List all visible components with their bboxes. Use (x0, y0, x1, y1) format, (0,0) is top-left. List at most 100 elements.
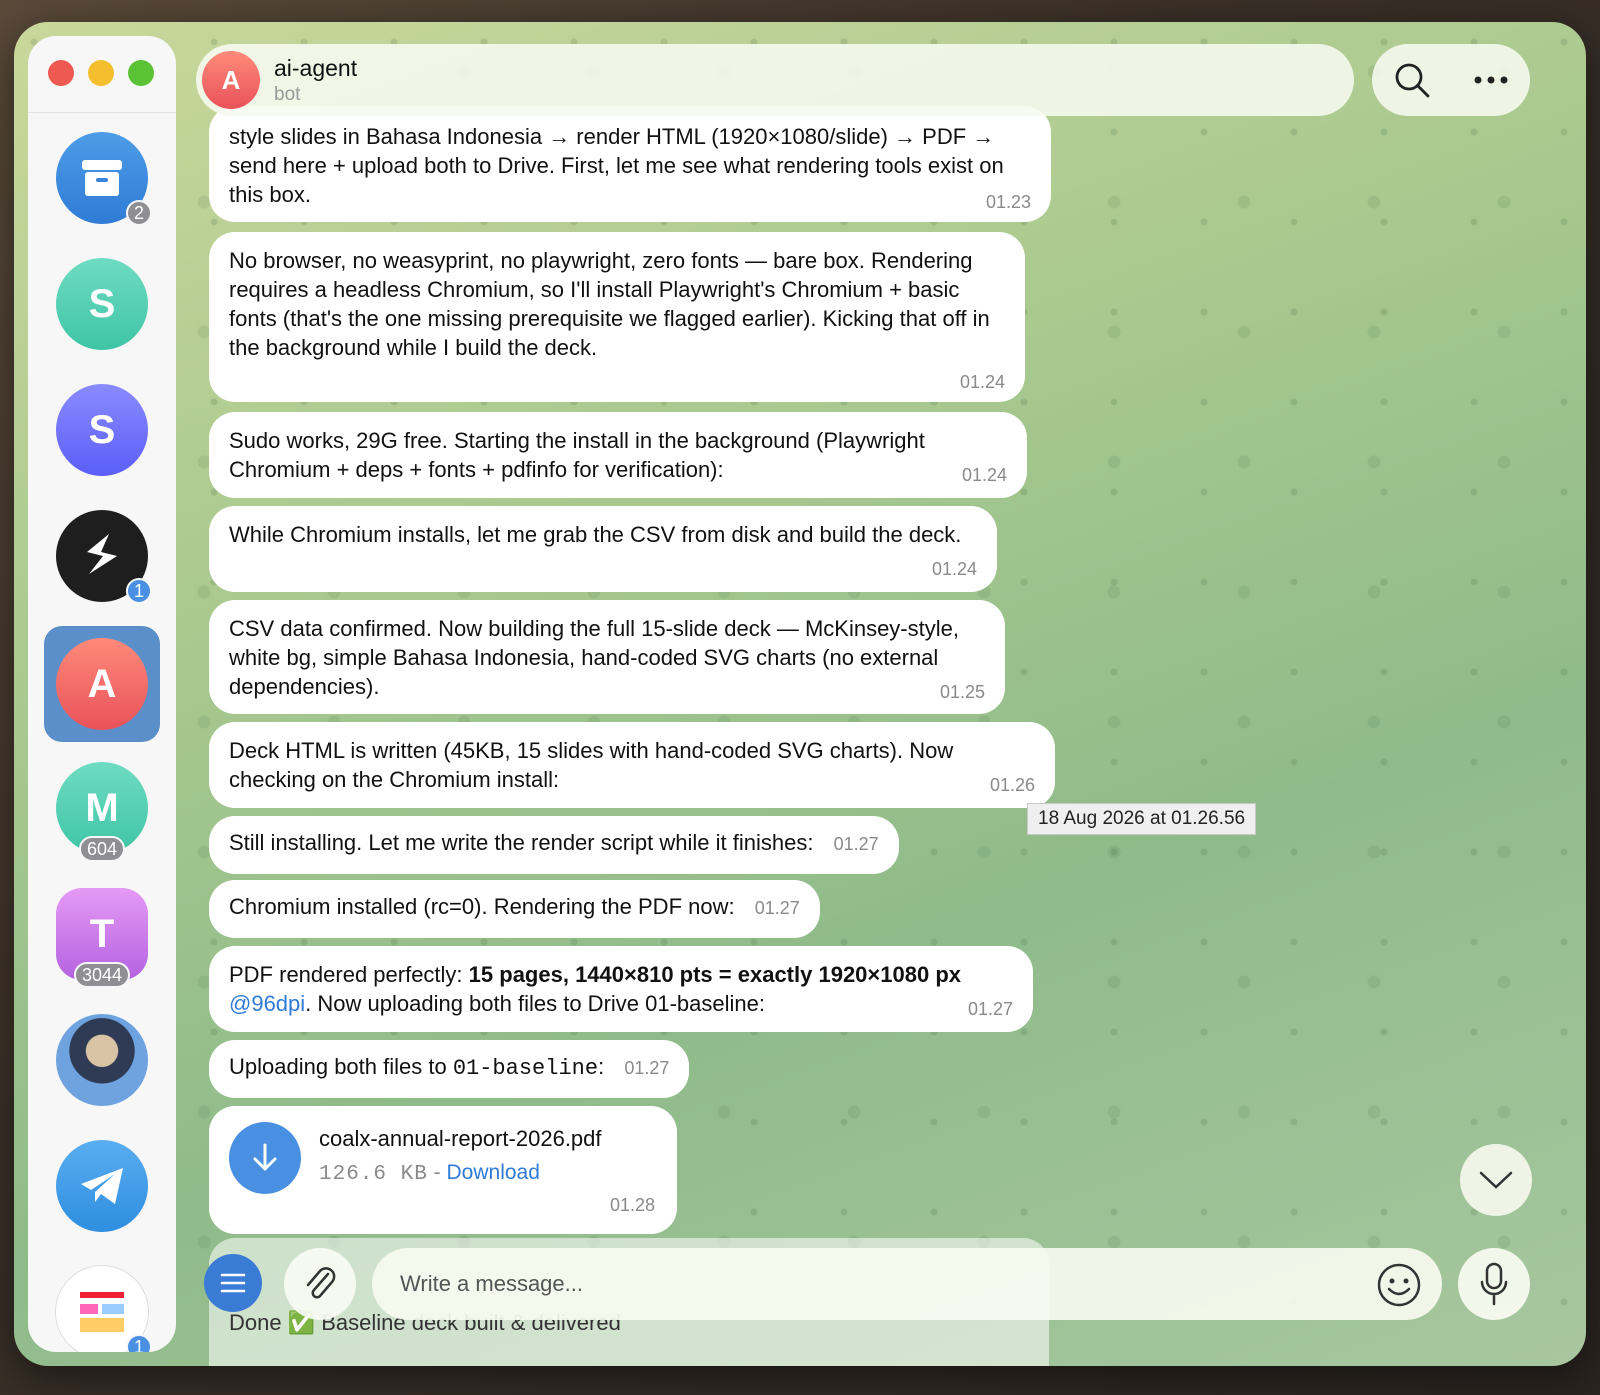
message-time: 01.27 (754, 898, 800, 918)
paperclip-icon (306, 1267, 336, 1299)
chat-list-sidebar: 2 S S 1 A M 604 T 3044 1 (28, 36, 176, 1352)
unread-badge: 1 (125, 1334, 152, 1352)
sidebar-item-archive[interactable]: 2 (28, 120, 176, 236)
photo-avatar (56, 1014, 148, 1106)
avatar: M 604 (56, 762, 148, 862)
message-text: CSV data confirmed. Now building the ful… (229, 616, 959, 699)
more-button[interactable] (1469, 58, 1513, 102)
avatar-letter: T (89, 911, 115, 956)
more-dots-icon (1474, 76, 1507, 84)
chat-status: bot (274, 83, 301, 105)
sidebar-item-t[interactable]: T 3044 (28, 876, 176, 992)
unread-badge: 604 (78, 836, 126, 862)
sidebar-item-telegram[interactable] (28, 1128, 176, 1244)
avatar-letter: M (85, 785, 119, 830)
message-text: style slides in Bahasa Indonesia → rende… (229, 124, 1004, 207)
sidebar-item-doc[interactable]: 1 (28, 1254, 176, 1352)
message-bubble: Deck HTML is written (45KB, 15 slides wi… (209, 722, 1055, 808)
document-avatar: 1 (55, 1265, 152, 1352)
file-meta: 126.6 KB - Download (319, 1158, 540, 1189)
message-text-end: : (598, 1054, 605, 1079)
message-time: 01.28 (609, 1195, 655, 1215)
message-text-intro: PDF rendered perfectly: (229, 962, 469, 987)
sidebar-item-ai-agent[interactable]: A (28, 626, 176, 742)
message-input[interactable] (398, 1270, 1342, 1298)
sidebar-item-s-purple[interactable]: S (28, 372, 176, 488)
telegram-window: 2 S S 1 A M 604 T 3044 1 style slides in… (14, 22, 1586, 1366)
message-text: Uploading both files to (229, 1054, 453, 1079)
telegram-avatar (56, 1140, 148, 1232)
avatar: S (56, 258, 148, 350)
message-time: 01.24 (959, 372, 1005, 392)
sidebar-item-workspace[interactable]: 1 (28, 498, 176, 614)
message-text: Deck HTML is written (45KB, 15 slides wi… (229, 738, 954, 792)
message-bubble: Uploading both files to 01-baseline: 01.… (209, 1040, 690, 1098)
message-bubble: While Chromium installs, let me grab the… (209, 506, 997, 592)
message-time: 01.27 (967, 999, 1013, 1019)
avatar: T 3044 (56, 888, 148, 988)
message-bubble: No browser, no weasyprint, no playwright… (209, 232, 1025, 402)
message-bubble: PDF rendered perfectly: 15 pages, 1440×8… (209, 946, 1033, 1032)
mention-link[interactable]: @96dpi (229, 991, 305, 1016)
message-bubble: Still installing. Let me write the rende… (209, 816, 899, 874)
header-avatar: A (202, 51, 260, 109)
voice-message-button[interactable] (1458, 1248, 1530, 1320)
paper-plane-icon (81, 1168, 123, 1204)
sidebar-divider (28, 112, 176, 113)
s-logo-icon (87, 534, 117, 574)
message-time: 01.27 (833, 834, 879, 854)
header-tools (1372, 44, 1530, 116)
close-window-button[interactable] (48, 60, 74, 86)
message-composer (372, 1248, 1442, 1320)
unread-badge: 2 (125, 200, 152, 226)
emoji-icon[interactable] (1376, 1262, 1422, 1308)
sidebar-item-s-green[interactable]: S (28, 246, 176, 362)
scroll-to-bottom-button[interactable] (1460, 1144, 1532, 1216)
search-icon (1395, 63, 1429, 98)
message-text-end: . Now uploading both files to Drive 01-b… (305, 991, 765, 1016)
message-text: While Chromium installs, let me grab the… (229, 522, 962, 547)
chat-header[interactable]: A ai-agent bot (196, 44, 1354, 116)
sidebar-item-m[interactable]: M 604 (28, 750, 176, 866)
search-button[interactable] (1390, 58, 1434, 102)
download-link[interactable]: Download (447, 1161, 540, 1184)
chat-title: ai-agent (274, 54, 358, 81)
file-size: 126.6 KB (319, 1163, 428, 1186)
minimize-window-button[interactable] (88, 60, 114, 86)
avatar: S (56, 384, 148, 476)
zoom-window-button[interactable] (128, 60, 154, 86)
message-bubble: CSV data confirmed. Now building the ful… (209, 600, 1005, 714)
message-time: 01.23 (985, 192, 1031, 212)
avatar: A (56, 638, 148, 730)
window-controls (48, 60, 154, 86)
unread-badge: 3044 (73, 962, 131, 988)
archive-icon (82, 160, 122, 196)
message-time: 01.25 (939, 682, 985, 702)
bot-menu-button[interactable] (204, 1254, 262, 1312)
message-time: 01.27 (624, 1058, 670, 1078)
file-name: coalx-annual-report-2026.pdf (319, 1126, 602, 1151)
download-button[interactable] (229, 1122, 301, 1194)
message-time: 01.24 (961, 465, 1007, 485)
arrow-down-icon (253, 1143, 277, 1171)
sidebar-item-photo[interactable] (28, 1002, 176, 1118)
message-bubble: Sudo works, 29G free. Starting the insta… (209, 412, 1027, 498)
archive-avatar: 2 (56, 132, 152, 226)
file-message: coalx-annual-report-2026.pdf 126.6 KB - … (209, 1106, 677, 1234)
message-bubble: Chromium installed (rc=0). Rendering the… (209, 880, 820, 938)
workspace-avatar: 1 (56, 510, 152, 604)
file-separator: - (427, 1161, 447, 1184)
message-text: Sudo works, 29G free. Starting the insta… (229, 428, 925, 482)
inline-code: 01-baseline (452, 1056, 599, 1081)
message-text: Chromium installed (rc=0). Rendering the… (229, 894, 735, 919)
attach-button[interactable] (284, 1248, 356, 1320)
microphone-icon (1480, 1262, 1508, 1306)
unread-badge: 1 (125, 578, 152, 604)
message-time: 01.24 (931, 559, 977, 579)
message-text: No browser, no weasyprint, no playwright… (229, 248, 990, 360)
message-bubble: style slides in Bahasa Indonesia → rende… (209, 106, 1051, 222)
chevron-down-icon (1479, 1171, 1513, 1189)
message-time: 01.26 (989, 775, 1035, 795)
message-text: Still installing. Let me write the rende… (229, 830, 814, 855)
timestamp-tooltip: 18 Aug 2026 at 01.26.56 (1027, 803, 1257, 835)
